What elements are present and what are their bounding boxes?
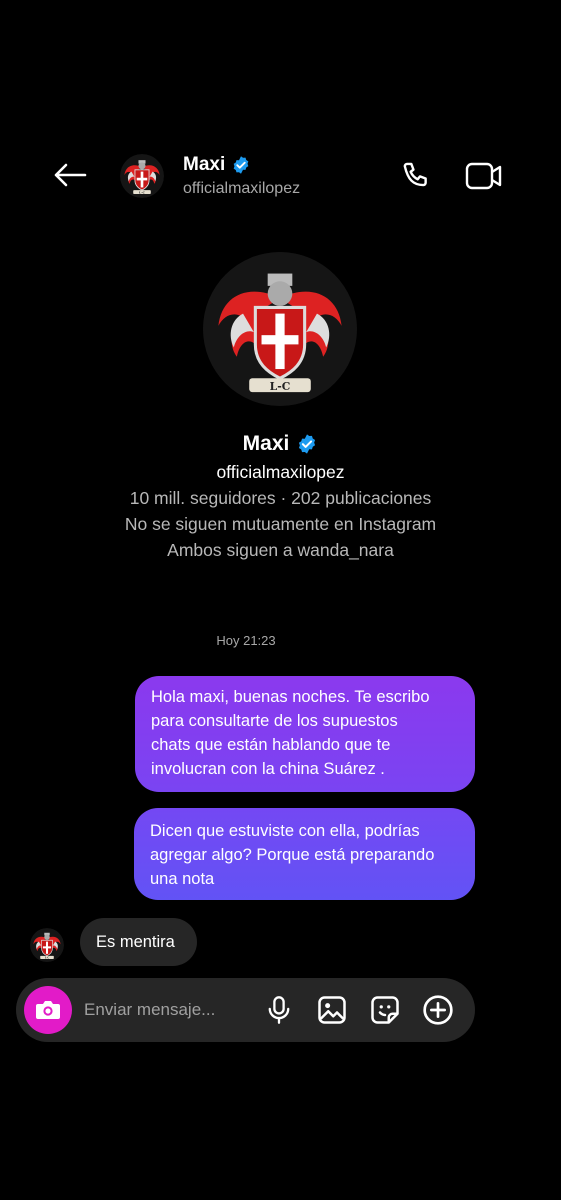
profile-name-row: Maxi: [0, 432, 561, 456]
microphone-button[interactable]: [263, 994, 295, 1026]
crest-logo: [203, 252, 357, 406]
outgoing-message[interactable]: Hola maxi, buenas noches. Te escribo par…: [135, 676, 475, 792]
message-timestamp: Hoy 21:23: [216, 633, 276, 648]
profile-stats: 10 mill. seguidores · 202 publicaciones: [129, 488, 432, 508]
image-icon: [318, 996, 346, 1024]
phone-icon: [403, 162, 427, 187]
profile-username: officialmaxilopez: [216, 462, 345, 482]
camera-button[interactable]: [24, 986, 72, 1034]
chat-header: Maxi officialmaxilopez: [0, 140, 561, 210]
gallery-button[interactable]: [316, 994, 348, 1026]
incoming-message[interactable]: Es mentira: [80, 918, 197, 966]
outgoing-message[interactable]: Dicen que estuviste con ella, podrías ag…: [134, 808, 475, 900]
arrow-left-icon: [54, 163, 87, 187]
message-line: involucran con la china Suárez .: [151, 760, 385, 778]
message-line: Dicen que estuviste con ella, podrías: [150, 822, 420, 840]
header-username[interactable]: officialmaxilopez: [183, 180, 300, 198]
message-input[interactable]: [84, 998, 254, 1022]
sender-avatar[interactable]: [30, 928, 64, 962]
message-line: una nota: [150, 870, 215, 888]
call-button[interactable]: [398, 158, 436, 194]
microphone-icon: [268, 996, 290, 1024]
message-line: agregar algo? Porque está preparando: [150, 846, 435, 864]
verified-badge-icon: [231, 155, 251, 175]
camera-icon: [36, 1001, 60, 1019]
video-camera-icon: [465, 162, 502, 190]
profile-common-follow: Ambos siguen a wanda_nara: [167, 540, 394, 560]
header-name: Maxi: [183, 154, 226, 175]
sticker-icon: [371, 996, 399, 1024]
header-name-row[interactable]: Maxi: [183, 154, 251, 176]
message-line: para consultarte de los supuestos: [151, 712, 398, 730]
message-text: Es mentira: [96, 932, 175, 951]
sticker-button[interactable]: [369, 994, 401, 1026]
more-options-button[interactable]: [422, 994, 454, 1026]
plus-circle-icon: [423, 995, 453, 1025]
message-line: Hola maxi, buenas noches. Te escribo: [151, 688, 430, 706]
verified-badge-icon: [296, 433, 318, 455]
profile-mutual-status: No se siguen mutuamente en Instagram: [124, 514, 437, 534]
video-call-button[interactable]: [464, 158, 504, 194]
header-avatar[interactable]: [120, 154, 164, 198]
message-composer: [16, 978, 475, 1042]
back-button[interactable]: [48, 158, 92, 192]
profile-name: Maxi: [242, 432, 290, 455]
message-line: chats que están hablando que te: [151, 736, 391, 754]
profile-avatar[interactable]: [203, 252, 357, 406]
